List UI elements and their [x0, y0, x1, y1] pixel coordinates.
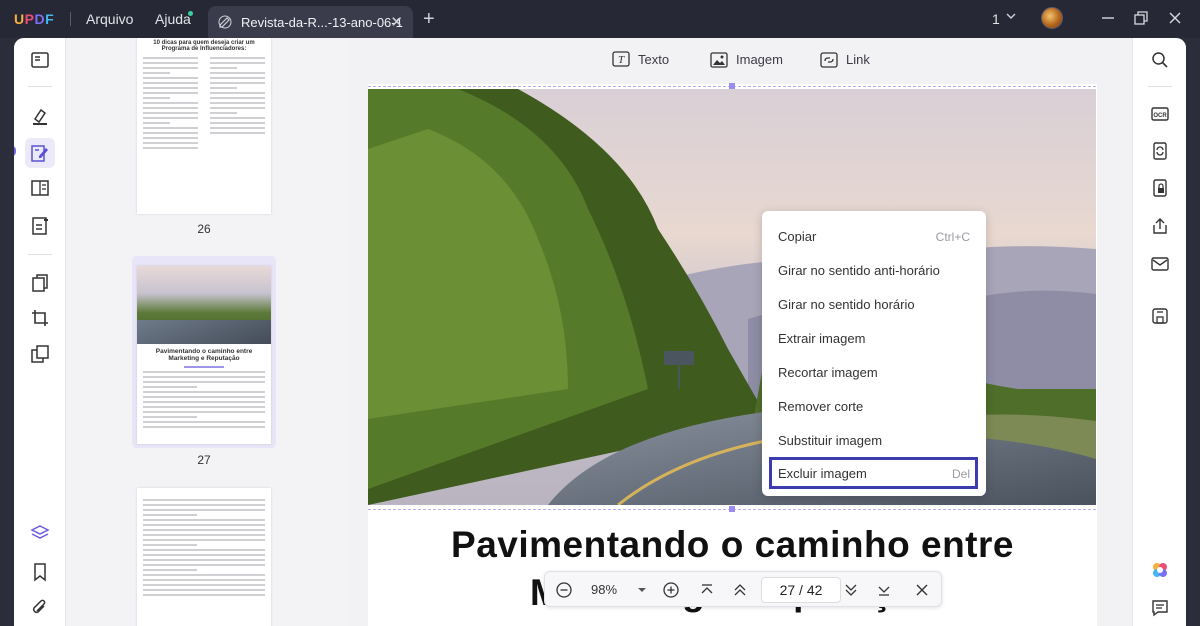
update-dot: [188, 11, 193, 16]
document-viewer: T Texto Imagem Link Pavimentando o camin…: [348, 38, 1132, 626]
menu-item-copiar[interactable]: Copiar: [778, 229, 816, 244]
thumbnail-page-number: 27: [197, 453, 211, 467]
new-tab-icon[interactable]: +: [423, 8, 435, 31]
left-tool-rail: [14, 38, 66, 626]
previous-page-icon[interactable]: [731, 581, 749, 599]
menu-item-girar-horario[interactable]: Girar no sentido horário: [778, 297, 915, 312]
title-separator: [70, 12, 71, 26]
document-tab[interactable]: Revista-da-R...-13-ano-06-1 ✕: [208, 6, 413, 38]
thumbnail-page-26[interactable]: 10 dicas para quem deseja criar um Progr…: [137, 38, 271, 214]
edit-pdf-icon[interactable]: [30, 143, 50, 163]
text-tool-label[interactable]: Texto: [638, 52, 669, 67]
close-window-icon[interactable]: [1166, 9, 1184, 27]
shortcut-copiar: Ctrl+C: [935, 230, 970, 244]
menu-item-remover-corte[interactable]: Remover corte: [778, 399, 863, 414]
share-icon[interactable]: [1150, 216, 1170, 236]
tab-title: Revista-da-R...-13-ano-06-1: [241, 15, 403, 30]
image-tool-label[interactable]: Imagem: [736, 52, 783, 67]
chevron-down-icon[interactable]: [1005, 10, 1017, 22]
svg-text:OCR: OCR: [1153, 113, 1167, 119]
total-pages: 42: [806, 582, 823, 598]
reader-icon[interactable]: [30, 50, 50, 70]
layers-icon[interactable]: [30, 523, 50, 543]
thumbnail-panel: 10 dicas para quem deseja criar um Progr…: [66, 38, 348, 626]
restore-icon[interactable]: [1132, 9, 1150, 27]
zoom-navigation-bar: 98% 27 / 42: [544, 571, 942, 607]
email-icon[interactable]: [1150, 254, 1170, 274]
minimize-icon[interactable]: [1099, 9, 1117, 27]
thumbnail-title: 10 dicas para quem deseja criar um Progr…: [153, 40, 255, 52]
menu-item-substituir-imagem[interactable]: Substituir imagem: [778, 433, 882, 448]
next-page-icon[interactable]: [842, 581, 860, 599]
protect-icon[interactable]: [1150, 178, 1170, 198]
zoom-out-icon[interactable]: [555, 581, 573, 599]
zoom-dropdown-icon[interactable]: [633, 581, 651, 599]
title-bar: UPDF Arquivo Ajuda Revista-da-R...-13-an…: [0, 0, 1200, 38]
page-tools-icon[interactable]: [30, 344, 50, 364]
close-tab-icon[interactable]: ✕: [390, 13, 403, 31]
image-tool-icon[interactable]: [710, 52, 728, 68]
page-separator: /: [799, 582, 803, 598]
ocr-icon[interactable]: OCR: [1150, 104, 1170, 124]
resize-handle-bottom[interactable]: [729, 506, 735, 512]
link-tool-icon[interactable]: [820, 52, 838, 68]
convert-icon[interactable]: [1150, 141, 1170, 161]
fill-sign-icon[interactable]: [30, 216, 50, 236]
zoom-in-icon[interactable]: [662, 581, 680, 599]
thumbnail-page-number: 26: [197, 222, 211, 236]
last-page-icon[interactable]: [875, 581, 893, 599]
search-icon[interactable]: [1150, 50, 1170, 70]
user-avatar[interactable]: [1041, 7, 1063, 29]
window-count[interactable]: 1: [992, 11, 1000, 27]
image-context-menu: Copiar Ctrl+C Girar no sentido anti-horá…: [762, 211, 986, 496]
rail-separator: [1148, 86, 1172, 87]
thumbnail-page-28[interactable]: [137, 488, 271, 626]
edit-toolbar: T Texto Imagem Link: [348, 38, 1132, 84]
text-tool-icon[interactable]: T: [612, 51, 630, 67]
attachment-icon[interactable]: [30, 598, 50, 618]
comments-icon[interactable]: [1150, 598, 1170, 618]
pdf-page: Pavimentando o caminho entre Marketing e…: [368, 83, 1097, 626]
svg-text:T: T: [618, 54, 625, 66]
menu-item-girar-anti-horario[interactable]: Girar no sentido anti-horário: [778, 263, 940, 278]
menu-item-extrair-imagem[interactable]: Extrair imagem: [778, 331, 865, 346]
thumbnail-title: Pavimentando o caminho entre Marketing e…: [155, 348, 253, 362]
article-headline: Pavimentando o caminho entre: [451, 524, 1014, 565]
crop-icon[interactable]: [30, 308, 50, 328]
thumbnail-page-27[interactable]: Pavimentando o caminho entre Marketing e…: [137, 266, 271, 444]
menu-item-recortar-imagem[interactable]: Recortar imagem: [778, 365, 878, 380]
menu-arquivo[interactable]: Arquivo: [86, 11, 133, 27]
comment-highlighter-icon[interactable]: [30, 106, 50, 126]
zoom-level[interactable]: 98%: [591, 582, 617, 597]
close-zoom-bar-icon[interactable]: [913, 581, 931, 599]
selected-photo[interactable]: [368, 89, 1096, 505]
link-tool-label[interactable]: Link: [846, 52, 870, 67]
first-page-icon[interactable]: [698, 581, 716, 599]
rail-separator: [28, 254, 52, 255]
save-icon[interactable]: [1150, 306, 1170, 326]
updf-logo[interactable]: UPDF: [14, 11, 54, 27]
current-page: 27: [779, 582, 796, 598]
menu-item-excluir-imagem[interactable]: Excluir imagem: [778, 466, 867, 481]
form-icon[interactable]: [30, 178, 50, 198]
workspace: 10 dicas para quem deseja criar um Progr…: [14, 38, 1186, 626]
right-tool-rail: OCR: [1132, 38, 1186, 626]
organize-pages-icon[interactable]: [30, 273, 50, 293]
edit-pdf-icon: [218, 15, 232, 29]
active-marker: [14, 146, 16, 156]
menu-ajuda[interactable]: Ajuda: [155, 11, 191, 27]
shortcut-excluir: Del: [951, 467, 970, 481]
bookmark-icon[interactable]: [30, 562, 50, 582]
ai-assistant-icon[interactable]: [1150, 560, 1170, 580]
page-number-field[interactable]: 27 / 42: [761, 577, 841, 603]
rail-separator: [28, 86, 52, 87]
